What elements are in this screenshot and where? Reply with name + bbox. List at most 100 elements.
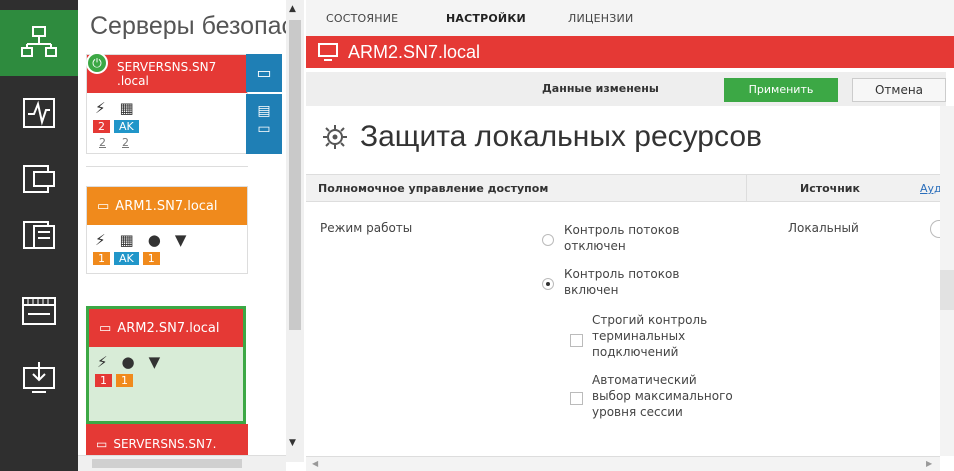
monitor-tile[interactable]: ▭: [246, 54, 282, 92]
server-card-header: ▭ ARM1.SN7.local: [87, 187, 247, 225]
server-card[interactable]: SERVERSNS.SN7 .local ⚡ ▦ 2 AK 2 2: [86, 54, 248, 154]
option-text: терминальных: [592, 329, 686, 343]
option-text: подключений: [592, 345, 679, 359]
switch-icon: [22, 297, 56, 325]
option-text: Строгий контроль: [592, 313, 708, 327]
status-badge: AK: [114, 252, 139, 265]
option-text: Контроль потоков: [564, 267, 680, 281]
server-card-badges: 1 1: [89, 371, 243, 421]
user-icon: ●: [147, 231, 161, 249]
divider: [86, 166, 248, 167]
servers-horizontal-scrollbar[interactable]: [78, 455, 286, 471]
settings-horizontal-scrollbar[interactable]: ◀ ▶: [306, 456, 940, 471]
table-header: Полномочное управление доступом Источник…: [306, 174, 942, 202]
scroll-right-icon[interactable]: ▶: [926, 459, 932, 468]
scroll-up-icon[interactable]: ▲: [289, 4, 296, 14]
option-text: Автоматический: [592, 373, 697, 387]
scrollbar-thumb[interactable]: [92, 459, 242, 468]
status-badge: AK: [114, 120, 139, 133]
bolt-icon: ⚡: [95, 99, 106, 117]
filter-icon: ▼: [174, 231, 187, 249]
server-card-badges: 1 AK 1: [87, 249, 247, 273]
scroll-left-icon[interactable]: ◀: [312, 459, 318, 468]
apply-button[interactable]: Применить: [724, 78, 838, 102]
network-icon: [21, 26, 57, 57]
tab-status[interactable]: СОСТОЯНИЕ: [326, 12, 398, 25]
option-text: включен: [564, 283, 619, 297]
scrollbar-thumb[interactable]: [289, 20, 301, 330]
server-card-header: ▭ ARM2.SN7.local: [89, 309, 243, 347]
server-card-name: SERVERSNS.SN7.: [113, 437, 217, 451]
page-title: Защита локальных ресурсов: [320, 120, 762, 154]
status-badge: 1: [93, 252, 110, 265]
column-header-audit-link[interactable]: Ауд: [920, 182, 942, 195]
radio-flow-on[interactable]: [542, 278, 554, 290]
tab-bar: СОСТОЯНИЕ НАСТРОЙКИ ЛИЦЕНЗИИ: [306, 0, 954, 36]
status-text: Данные изменены: [542, 82, 659, 95]
checkbox-auto-session-level-label[interactable]: Автоматический выбор максимального уровн…: [592, 372, 733, 420]
server-card-name: ARM2.SN7.local: [117, 320, 220, 336]
chip-icon: ▦: [119, 231, 134, 249]
host-title-bar: ARM2.SN7.local: [306, 36, 954, 68]
server-card-icons: ⚡ ▦ ● ▼: [87, 225, 247, 249]
settings-panel: СОСТОЯНИЕ НАСТРОЙКИ ЛИЦЕНЗИИ ARM2.SN7.lo…: [306, 0, 954, 471]
server-list-icon: [23, 221, 55, 249]
tab-licenses[interactable]: ЛИЦЕНЗИИ: [568, 12, 633, 25]
server-card-header: SERVERSNS.SN7 .local: [87, 55, 247, 93]
server-card-name-suffix: .local: [117, 74, 149, 88]
chip-icon: ▦: [119, 99, 134, 117]
monitor-icon: [318, 43, 338, 61]
rail-switch-button[interactable]: [0, 278, 78, 344]
radio-flow-on-label[interactable]: Контроль потоков включен: [564, 266, 679, 298]
checkbox-strict-terminal[interactable]: [570, 334, 583, 347]
server-card-icons: ⚡ ▦: [87, 93, 247, 117]
cancel-button[interactable]: Отмена: [852, 78, 946, 102]
monitor-icon: ▭: [256, 63, 272, 82]
activity-icon: [23, 98, 55, 128]
monitor-icon: ▭: [99, 320, 112, 336]
count-value: 2: [122, 136, 129, 149]
host-title: ARM2.SN7.local: [348, 41, 481, 62]
user-icon: ●: [121, 353, 135, 371]
option-text: выбор максимального: [592, 389, 733, 403]
scrollbar-thumb[interactable]: [940, 270, 954, 310]
server-card-name: SERVERSNS.SN7: [117, 60, 217, 74]
count-value: 2: [99, 136, 106, 149]
rail-activity-button[interactable]: [0, 80, 78, 146]
option-text: отключен: [564, 239, 626, 253]
server-card[interactable]: ▭ ARM1.SN7.local ⚡ ▦ ● ▼ 1 AK 1: [86, 186, 248, 274]
power-icon: ⏻: [86, 52, 108, 74]
server-icon: ▤ ▭: [257, 103, 271, 137]
status-badge: 1: [95, 374, 112, 387]
checkbox-strict-terminal-label[interactable]: Строгий контроль терминальных подключени…: [592, 312, 707, 360]
server-card-name: ARM1.SN7.local: [115, 198, 218, 214]
rail-servers-button[interactable]: [0, 202, 78, 268]
tab-settings[interactable]: НАСТРОЙКИ: [426, 0, 546, 36]
servers-vertical-scrollbar[interactable]: ▲ ▼: [286, 0, 304, 462]
option-text: Контроль потоков: [564, 223, 680, 237]
server-card-counts: 2 2: [87, 133, 247, 153]
column-header-access: Полномочное управление доступом: [318, 182, 549, 195]
radio-flow-off-label[interactable]: Контроль потоков отключен: [564, 222, 679, 254]
server-tile[interactable]: ▤ ▭: [246, 94, 282, 154]
bolt-icon: ⚡: [95, 231, 106, 249]
security-gear-icon: [323, 125, 347, 149]
status-badge: 1: [142, 252, 160, 265]
monitor-icon: ▭: [96, 437, 108, 451]
server-card-icons: ⚡ ● ▼: [89, 347, 243, 371]
rail-network-button[interactable]: [0, 10, 78, 76]
status-badge: 1: [116, 374, 133, 387]
source-value: Локальный: [788, 221, 859, 235]
mode-label: Режим работы: [320, 221, 413, 235]
filter-icon: ▼: [148, 353, 161, 371]
page-title-text: Защита локальных ресурсов: [360, 120, 762, 153]
rail-download-button[interactable]: [0, 344, 78, 410]
servers-panel: Серверы безопасн SERVERSNS.SN7 .local ⚡ …: [78, 0, 286, 462]
monitor-icon: ▭: [97, 198, 110, 214]
download-icon: [23, 362, 55, 393]
radio-flow-off[interactable]: [542, 234, 554, 246]
server-card-badges: 2 AK: [87, 117, 247, 133]
checkbox-auto-session-level[interactable]: [570, 392, 583, 405]
scroll-down-icon[interactable]: ▼: [289, 438, 296, 448]
server-card-selected[interactable]: ▭ ARM2.SN7.local ⚡ ● ▼ 1 1: [86, 306, 246, 424]
